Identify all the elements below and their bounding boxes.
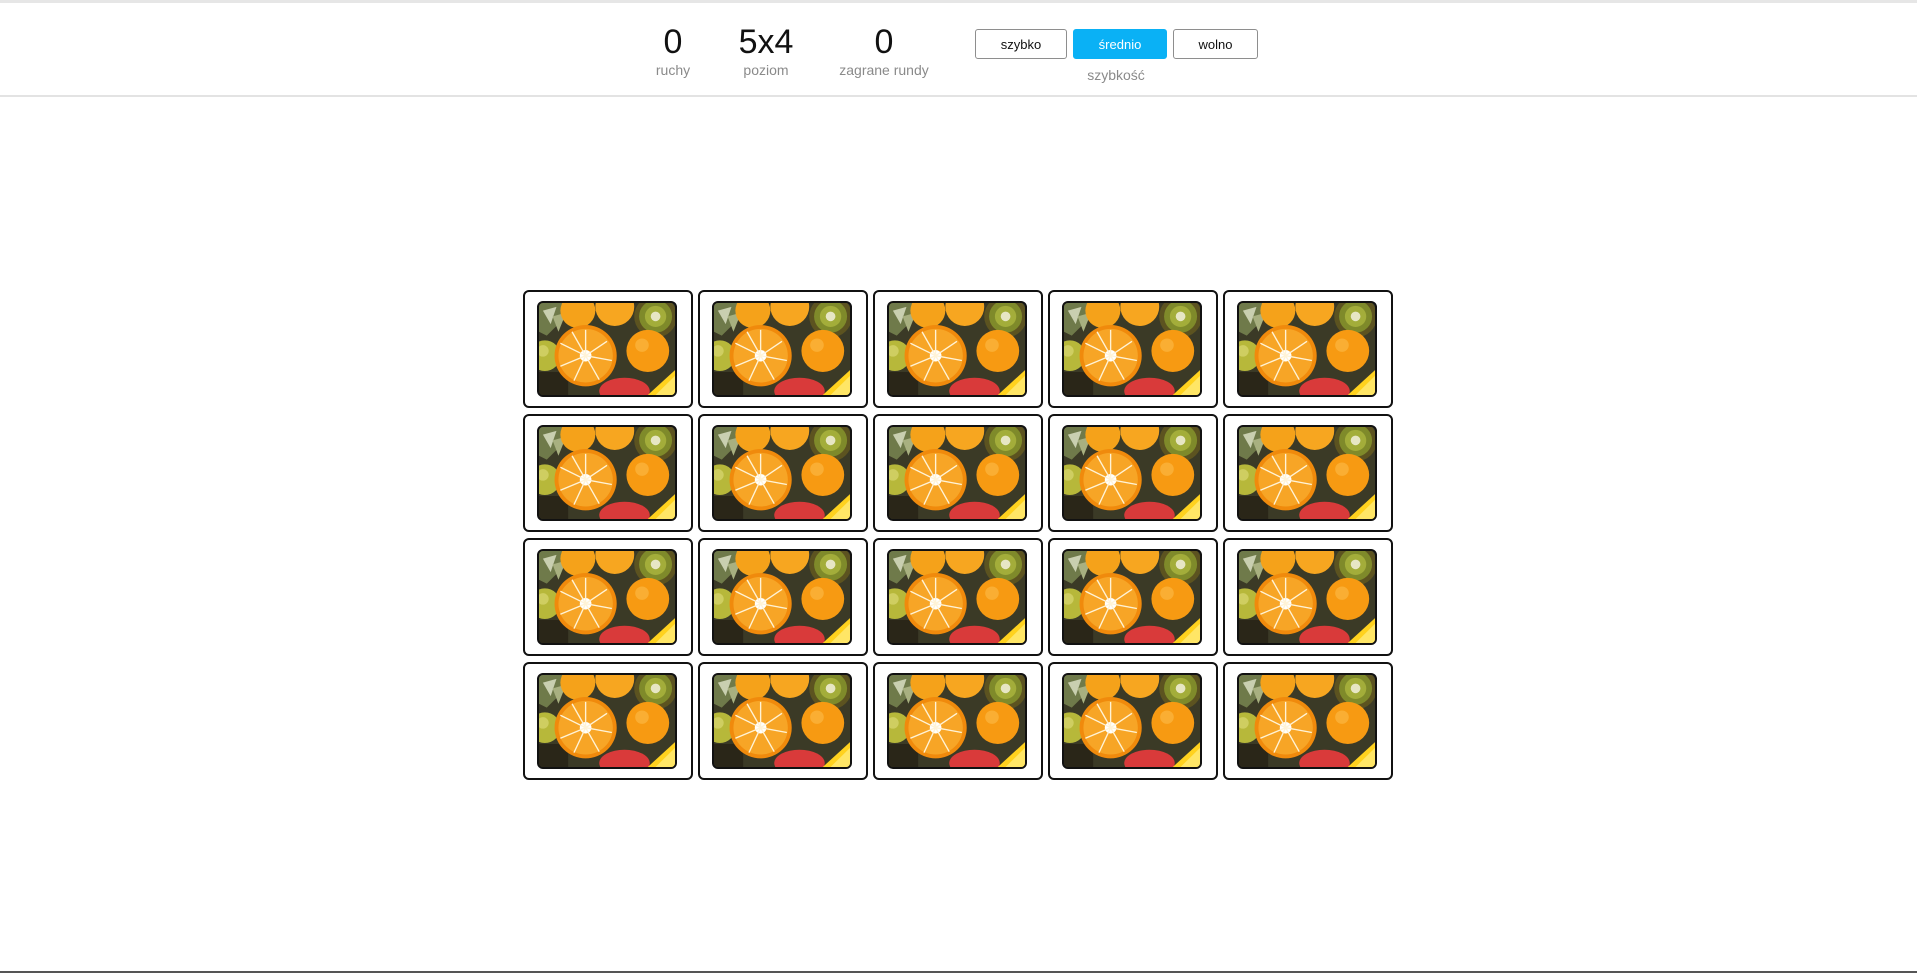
memory-card[interactable]	[1223, 414, 1393, 532]
level-stat: 5x4 poziom	[739, 23, 794, 78]
card-back-image	[537, 673, 677, 769]
memory-card[interactable]	[1048, 290, 1218, 408]
card-back-image	[887, 301, 1027, 397]
memory-card[interactable]	[1048, 662, 1218, 780]
memory-card[interactable]	[698, 414, 868, 532]
fruit-image	[889, 303, 1025, 395]
memory-card[interactable]	[523, 290, 693, 408]
fruit-image	[1064, 303, 1200, 395]
card-back-image	[1062, 549, 1202, 645]
rounds-stat: 0 zagrane rundy	[839, 23, 929, 78]
fruit-image	[1064, 675, 1200, 767]
speed-fast-button[interactable]: szybko	[975, 29, 1067, 59]
fruit-image	[539, 551, 675, 643]
fruit-image	[714, 675, 850, 767]
fruit-image	[1064, 427, 1200, 519]
card-back-image	[1062, 425, 1202, 521]
memory-card[interactable]	[1223, 290, 1393, 408]
fruit-image	[714, 551, 850, 643]
fruit-image	[714, 427, 850, 519]
memory-card[interactable]	[698, 538, 868, 656]
card-back-image	[887, 549, 1027, 645]
rounds-value: 0	[874, 23, 894, 61]
card-back-image	[1237, 425, 1377, 521]
fruit-image	[1064, 551, 1200, 643]
memory-card[interactable]	[523, 414, 693, 532]
speed-medium-button[interactable]: średnio	[1073, 29, 1167, 59]
memory-card[interactable]	[698, 290, 868, 408]
speed-label: szybkość	[1087, 67, 1145, 83]
moves-value: 0	[663, 23, 683, 61]
memory-card[interactable]	[523, 662, 693, 780]
memory-card[interactable]	[1048, 538, 1218, 656]
fruit-image	[714, 303, 850, 395]
speed-slow-button[interactable]: wolno	[1173, 29, 1258, 59]
card-back-image	[1237, 549, 1377, 645]
rounds-label: zagrane rundy	[839, 62, 929, 78]
card-back-image	[712, 301, 852, 397]
card-back-image	[1062, 673, 1202, 769]
card-back-image	[537, 425, 677, 521]
memory-card[interactable]	[873, 290, 1043, 408]
card-back-image	[887, 425, 1027, 521]
card-back-image	[1062, 301, 1202, 397]
memory-card[interactable]	[873, 538, 1043, 656]
fruit-image	[539, 303, 675, 395]
card-back-image	[712, 673, 852, 769]
memory-card[interactable]	[873, 414, 1043, 532]
moves-label: ruchy	[655, 62, 691, 78]
moves-stat: 0 ruchy	[656, 23, 690, 78]
fruit-image	[539, 427, 675, 519]
memory-card[interactable]	[698, 662, 868, 780]
game-header: 0 ruchy 5x4 poziom 0 zagrane rundy szybk…	[0, 3, 1917, 97]
memory-card[interactable]	[1223, 662, 1393, 780]
fruit-image	[1239, 303, 1375, 395]
fruit-image	[889, 675, 1025, 767]
card-back-image	[712, 425, 852, 521]
memory-card[interactable]	[523, 538, 693, 656]
fruit-image	[889, 551, 1025, 643]
fruit-image	[1239, 427, 1375, 519]
card-back-image	[1237, 301, 1377, 397]
memory-card[interactable]	[1223, 538, 1393, 656]
fruit-image	[1239, 551, 1375, 643]
fruit-image	[1239, 675, 1375, 767]
level-label: poziom	[743, 62, 789, 78]
card-back-image	[887, 673, 1027, 769]
card-back-image	[537, 301, 677, 397]
memory-card[interactable]	[873, 662, 1043, 780]
level-value: 5x4	[738, 23, 794, 61]
card-back-image	[712, 549, 852, 645]
fruit-image	[539, 675, 675, 767]
memory-card[interactable]	[1048, 414, 1218, 532]
card-back-image	[537, 549, 677, 645]
card-board	[523, 290, 1393, 780]
fruit-image	[889, 427, 1025, 519]
card-back-image	[1237, 673, 1377, 769]
